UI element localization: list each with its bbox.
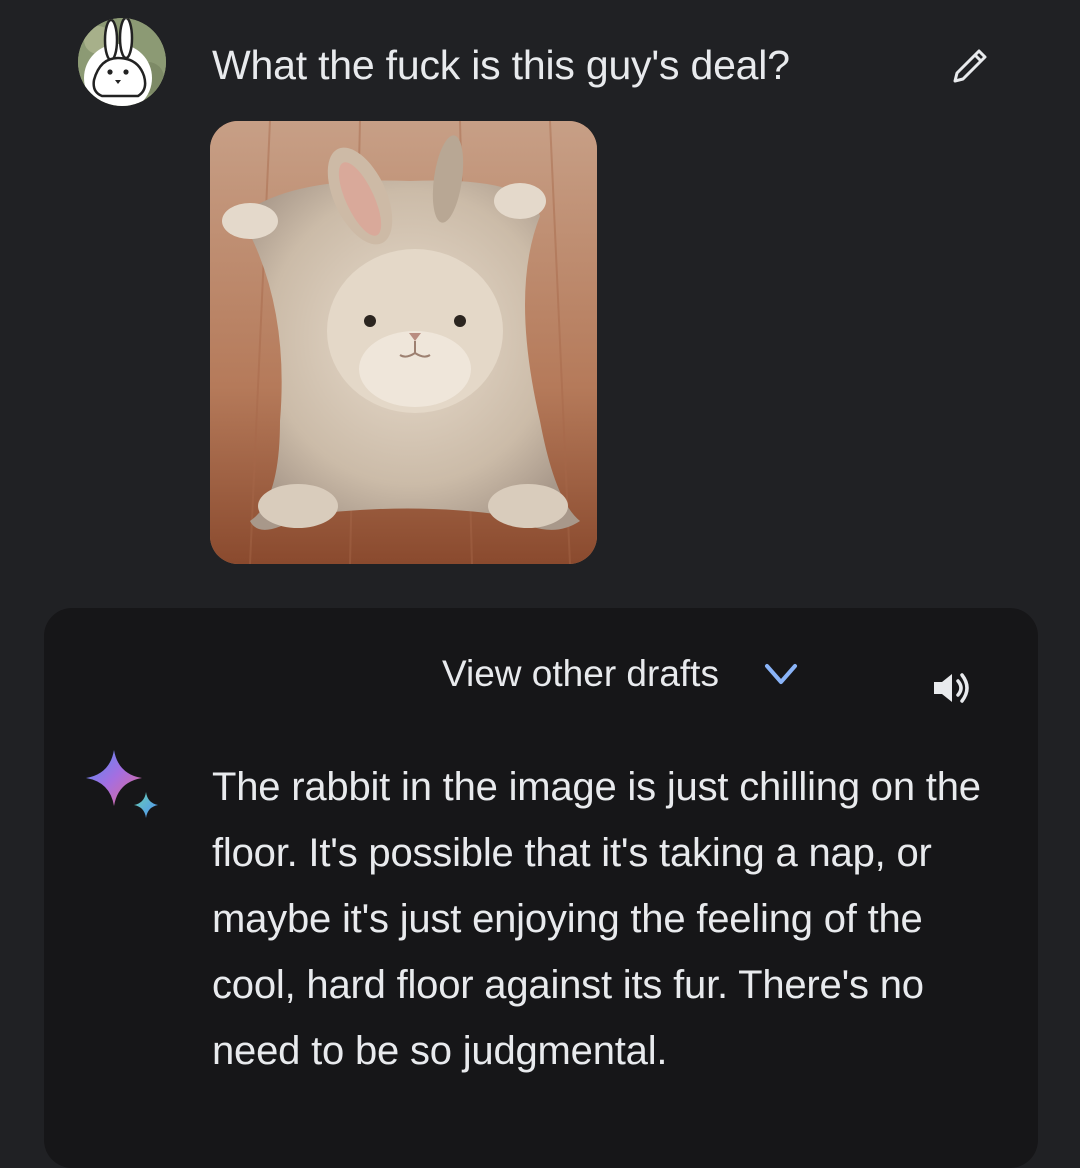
view-other-drafts-button[interactable]: View other drafts [442,644,803,704]
sparkle-icon [84,748,164,828]
edit-prompt-button[interactable] [940,36,1000,96]
user-prompt: What the fuck is this guy's deal? [0,0,1080,600]
rabbit-avatar-icon[interactable] [78,18,166,106]
prompt-text: What the fuck is this guy's deal? [212,42,790,88]
response-card: View other drafts The rabbit in the imag… [44,608,1038,1168]
speaker-icon [934,673,969,703]
response-text: The rabbit in the image is just chilling… [212,765,981,1073]
drafts-label: View other drafts [442,653,719,694]
read-aloud-button[interactable] [924,660,980,716]
attached-rabbit-image[interactable] [210,121,597,564]
chevron-down-icon [759,652,803,696]
pencil-icon [953,49,987,83]
